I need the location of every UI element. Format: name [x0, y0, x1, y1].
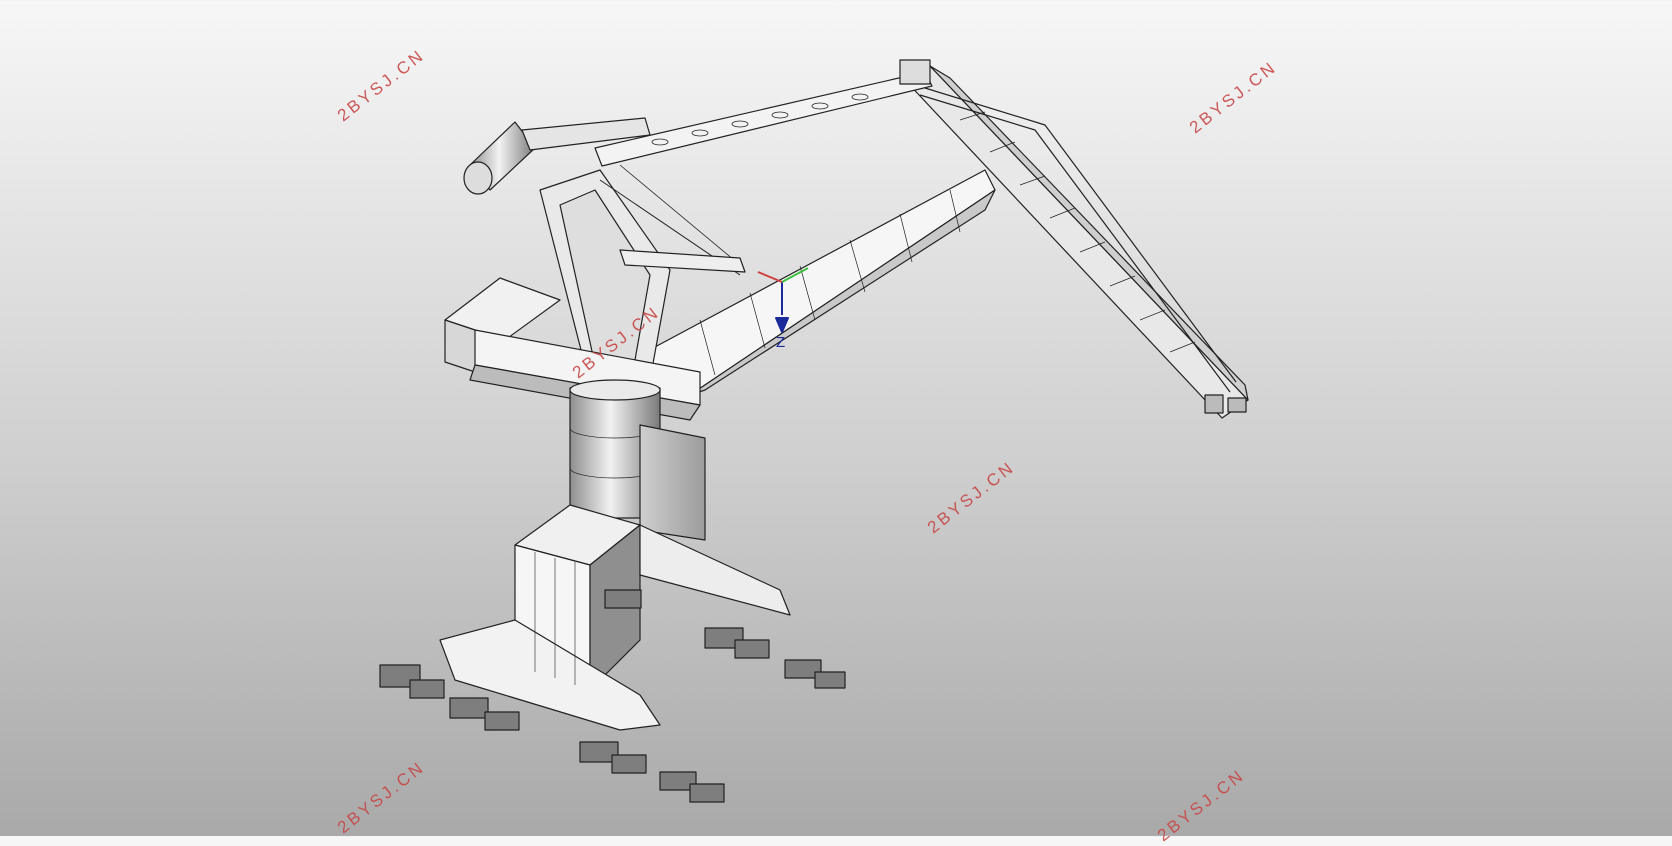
bogie-rear-left [604, 589, 642, 609]
bogie-front-right [579, 741, 725, 803]
z-axis-label: Z [776, 334, 786, 351]
tie-rod [594, 59, 933, 167]
main-boom [639, 169, 996, 396]
bogie-rear-right [704, 627, 846, 689]
crane-model [379, 59, 1249, 803]
cad-3d-viewport[interactable]: Z 2BYSJ.CN 2BYSJ.CN 2BYSJ.CN 2BYSJ.CN 2B… [0, 0, 1672, 845]
